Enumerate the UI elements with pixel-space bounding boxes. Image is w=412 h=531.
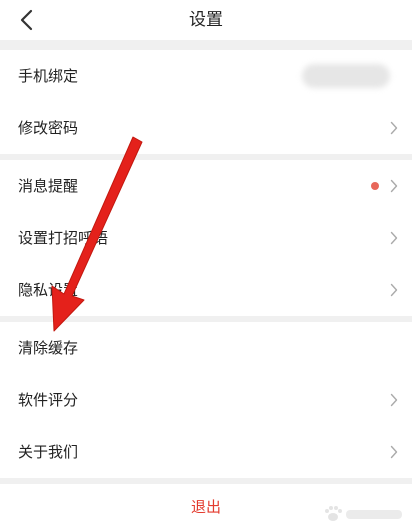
settings-item-label: 软件评分 [18, 391, 79, 409]
settings-item-message-reminder[interactable]: 消息提醒 [0, 160, 412, 212]
settings-group-account: 手机绑定 修改密码 [0, 50, 412, 154]
settings-item-rate-app[interactable]: 软件评分 [0, 374, 412, 426]
settings-item-change-password[interactable]: 修改密码 [0, 102, 412, 154]
chevron-right-icon [390, 445, 398, 459]
watermark-logo [325, 506, 402, 521]
settings-item-label: 消息提醒 [18, 177, 79, 195]
settings-item-label: 隐私设置 [18, 281, 79, 299]
chevron-right-icon [390, 231, 398, 245]
settings-item-label: 清除缓存 [18, 339, 79, 357]
settings-item-about-us[interactable]: 关于我们 [0, 426, 412, 478]
chevron-right-icon [390, 393, 398, 407]
chevron-right-icon [390, 179, 398, 193]
settings-item-clear-cache[interactable]: 清除缓存 [0, 322, 412, 374]
settings-item-privacy[interactable]: 隐私设置 [0, 264, 412, 316]
blurred-phone-value [302, 64, 390, 88]
app-header: 设置 [0, 0, 412, 40]
settings-group-notifications: 消息提醒 设置打招呼语 隐私设置 [0, 160, 412, 316]
settings-group-app: 清除缓存 软件评分 关于我们 [0, 322, 412, 478]
notification-dot [371, 182, 379, 190]
settings-item-label: 手机绑定 [18, 67, 79, 85]
page-title: 设置 [189, 10, 223, 30]
settings-item-phone-binding[interactable]: 手机绑定 [0, 50, 412, 102]
settings-item-label: 关于我们 [18, 443, 79, 461]
settings-item-greeting[interactable]: 设置打招呼语 [0, 212, 412, 264]
chevron-right-icon [390, 283, 398, 297]
chevron-right-icon [390, 121, 398, 135]
settings-item-label: 修改密码 [18, 119, 79, 137]
settings-item-label: 设置打招呼语 [18, 229, 109, 247]
